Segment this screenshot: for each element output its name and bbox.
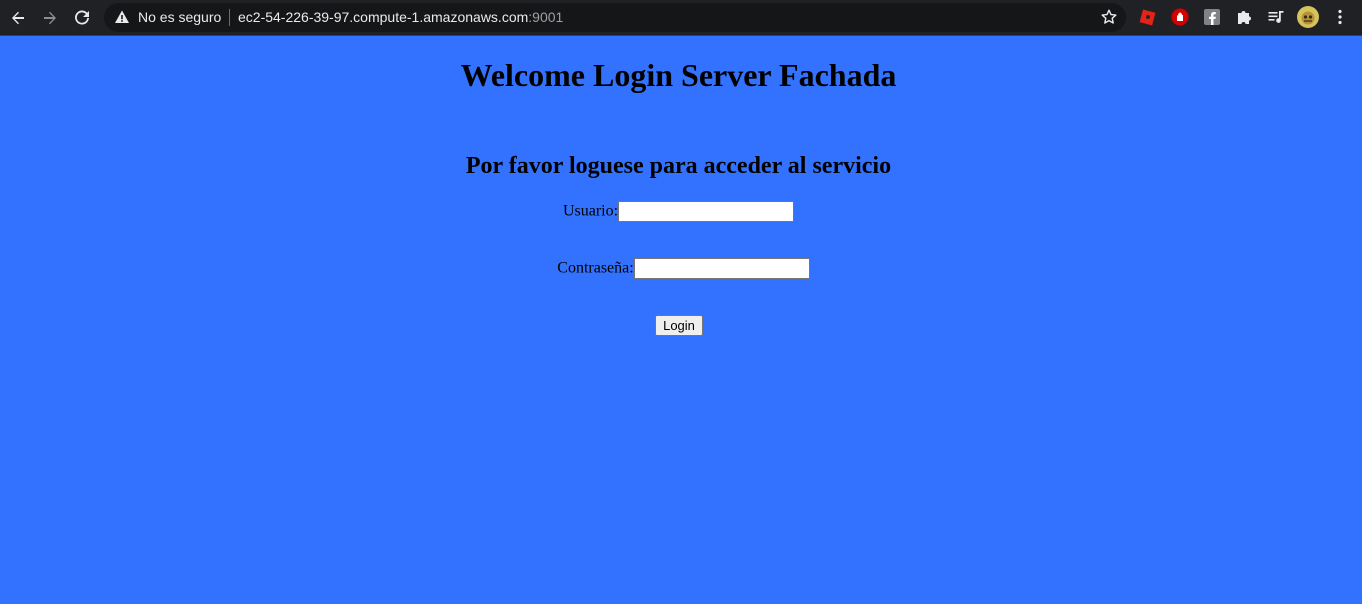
roblox-extension-button[interactable] bbox=[1138, 7, 1158, 27]
url-port: :9001 bbox=[528, 9, 564, 25]
profile-avatar bbox=[1297, 6, 1319, 28]
bookmark-star-icon[interactable] bbox=[1100, 8, 1118, 26]
profile-button[interactable] bbox=[1296, 5, 1320, 29]
media-control-icon bbox=[1268, 11, 1284, 23]
puzzle-extensions-icon bbox=[1238, 11, 1251, 24]
username-input[interactable] bbox=[618, 200, 795, 222]
username-row: Usuario: bbox=[0, 200, 1357, 222]
media-control-button[interactable] bbox=[1266, 7, 1286, 27]
forward-button[interactable] bbox=[38, 6, 62, 30]
reload-button[interactable] bbox=[70, 6, 94, 30]
browser-toolbar: No es seguro ec2-54-226-39-97.compute-1.… bbox=[0, 0, 1362, 36]
password-input[interactable] bbox=[633, 257, 810, 279]
warning-icon bbox=[115, 10, 129, 23]
roblox-icon bbox=[1139, 9, 1156, 26]
page-title: Welcome Login Server Fachada bbox=[460, 57, 897, 93]
username-label: Usuario: bbox=[562, 202, 619, 220]
password-row: Contraseña: bbox=[5, 257, 1362, 279]
facebook-icon bbox=[1204, 9, 1220, 25]
stop-hand-icon bbox=[1171, 8, 1189, 26]
more-vertical-icon bbox=[1338, 9, 1342, 25]
url-text[interactable]: ec2-54-226-39-97.compute-1.amazonaws.com… bbox=[238, 9, 563, 25]
login-button[interactable]: Login bbox=[655, 315, 703, 336]
back-arrow-icon bbox=[12, 11, 24, 25]
address-bar[interactable]: No es seguro ec2-54-226-39-97.compute-1.… bbox=[104, 3, 1126, 32]
address-divider bbox=[229, 9, 230, 26]
stop-extension-button[interactable] bbox=[1170, 7, 1190, 27]
facebook-extension-button[interactable] bbox=[1202, 7, 1222, 27]
browser-menu-button[interactable] bbox=[1330, 7, 1350, 27]
forward-arrow-icon bbox=[44, 11, 56, 25]
security-status[interactable]: No es seguro bbox=[138, 9, 221, 25]
back-button[interactable] bbox=[6, 6, 30, 30]
extensions-menu-button[interactable] bbox=[1234, 7, 1254, 27]
url-host: ec2-54-226-39-97.compute-1.amazonaws.com bbox=[238, 9, 529, 25]
password-label: Contraseña: bbox=[557, 259, 634, 277]
reload-icon bbox=[75, 10, 89, 25]
page-subtitle: Por favor loguese para acceder al servic… bbox=[465, 153, 892, 179]
